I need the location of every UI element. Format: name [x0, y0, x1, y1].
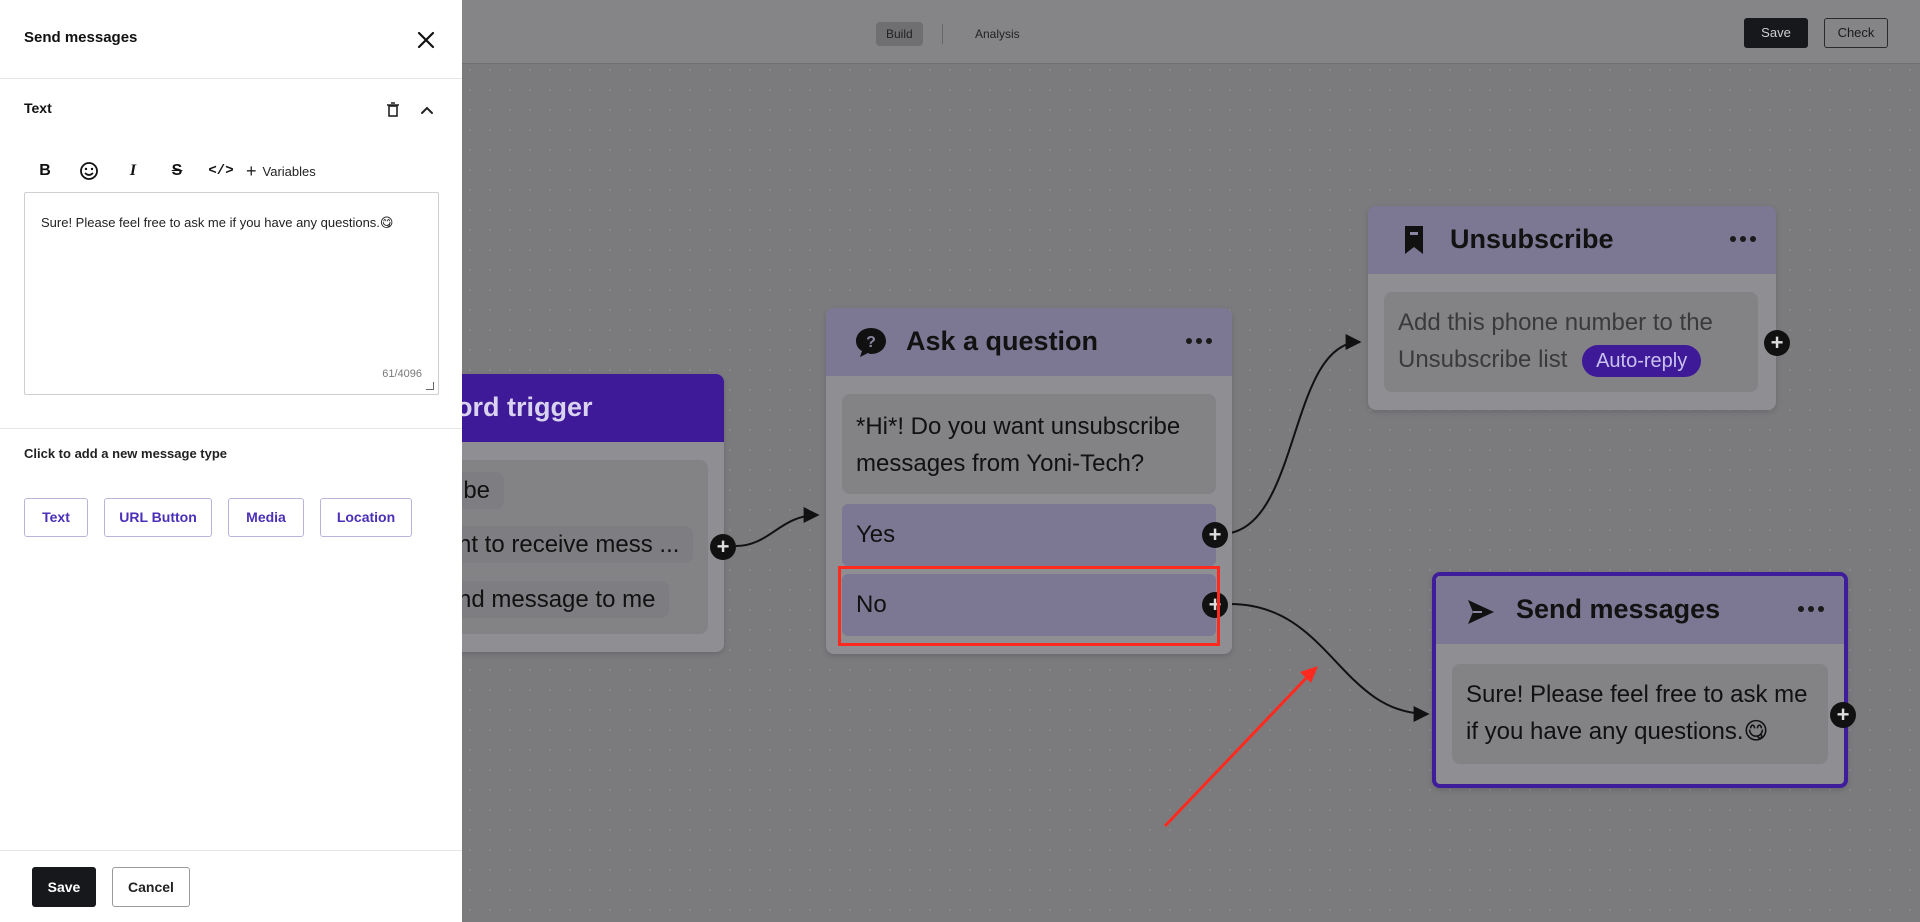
chevron-up-icon[interactable] [418, 100, 436, 120]
node-title: Ask a question [906, 326, 1099, 356]
add-connection-button[interactable]: + [1830, 702, 1856, 728]
code-button[interactable]: </> [206, 158, 236, 184]
divider [0, 428, 462, 429]
variables-button[interactable]: + Variables [246, 158, 316, 184]
close-icon[interactable] [414, 28, 438, 52]
trigger-keyword-chip: nd message to me [444, 581, 670, 618]
node-header: ord trigger [420, 374, 724, 442]
add-location-type-button[interactable]: Location [320, 498, 412, 537]
add-connection-button[interactable]: + [710, 534, 736, 560]
trigger-keyword-chip: nt to receive mess ... [444, 526, 694, 563]
connector-trigger-question [735, 507, 820, 547]
editor-content: Sure! Please feel free to ask me if you … [41, 215, 394, 230]
node-header: Unsubscribe [1368, 206, 1776, 274]
connector-no-send [1229, 603, 1430, 722]
italic-button[interactable]: I [120, 158, 146, 184]
add-type-label: Click to add a new message type [24, 446, 228, 461]
send-messages-panel: Send messages Text B I S </> + Variables … [0, 0, 462, 922]
node-header: Send messages [1436, 576, 1844, 644]
more-options-icon[interactable] [1730, 236, 1756, 244]
add-connection-button[interactable]: + [1202, 522, 1228, 548]
question-message: *Hi*! Do you want unsubscribe messages f… [842, 394, 1216, 494]
node-keyword-trigger[interactable]: ord trigger ibe nt to receive mess ... n… [420, 374, 736, 652]
message-text-editor[interactable]: Sure! Please feel free to ask me if you … [24, 192, 439, 395]
send-icon [1468, 600, 1494, 624]
node-unsubscribe[interactable]: Unsubscribe Add this phone number to the… [1368, 206, 1790, 410]
auto-reply-badge: Auto-reply [1582, 344, 1702, 377]
add-text-type-button[interactable]: Text [24, 498, 88, 537]
variables-label: Variables [262, 164, 316, 179]
add-url-button-type-button[interactable]: URL Button [104, 498, 212, 537]
svg-text:?: ? [866, 334, 876, 351]
character-count: 61/4096 [382, 368, 422, 380]
save-button[interactable]: Save [32, 867, 96, 907]
node-title: Unsubscribe [1450, 224, 1614, 254]
more-options-icon[interactable] [1798, 606, 1824, 614]
divider [0, 850, 462, 851]
resize-handle[interactable] [426, 382, 434, 390]
send-message-text: Sure! Please feel free to ask me if you … [1452, 664, 1828, 764]
unsubscribe-text: Add this phone number to the Unsubscribe… [1398, 304, 1748, 378]
option-yes[interactable]: Yes [842, 504, 1216, 566]
node-title: ord trigger [456, 392, 593, 422]
question-bubble-icon: ? [856, 328, 886, 357]
connector-yes-unsubscribe [1229, 334, 1362, 534]
cancel-button[interactable]: Cancel [112, 867, 190, 907]
strikethrough-button[interactable]: S [164, 158, 190, 184]
emoji-icon[interactable] [76, 158, 102, 184]
bookmark-icon [1405, 226, 1423, 254]
node-send-messages[interactable]: Send messages Sure! Please feel free to … [1432, 572, 1856, 788]
section-label: Text [24, 100, 52, 116]
trash-icon[interactable] [384, 100, 402, 120]
annotation-arrow [1163, 670, 1314, 828]
plus-icon: + [246, 161, 257, 181]
add-media-type-button[interactable]: Media [228, 498, 304, 537]
node-header: ? Ask a question [826, 308, 1232, 376]
panel-title: Send messages [24, 29, 138, 46]
bold-button[interactable]: B [32, 158, 58, 184]
more-options-icon[interactable] [1186, 338, 1212, 346]
annotation-highlight-box [838, 566, 1220, 646]
add-connection-button[interactable]: + [1764, 330, 1790, 356]
node-title: Send messages [1516, 594, 1721, 624]
divider [0, 78, 462, 79]
